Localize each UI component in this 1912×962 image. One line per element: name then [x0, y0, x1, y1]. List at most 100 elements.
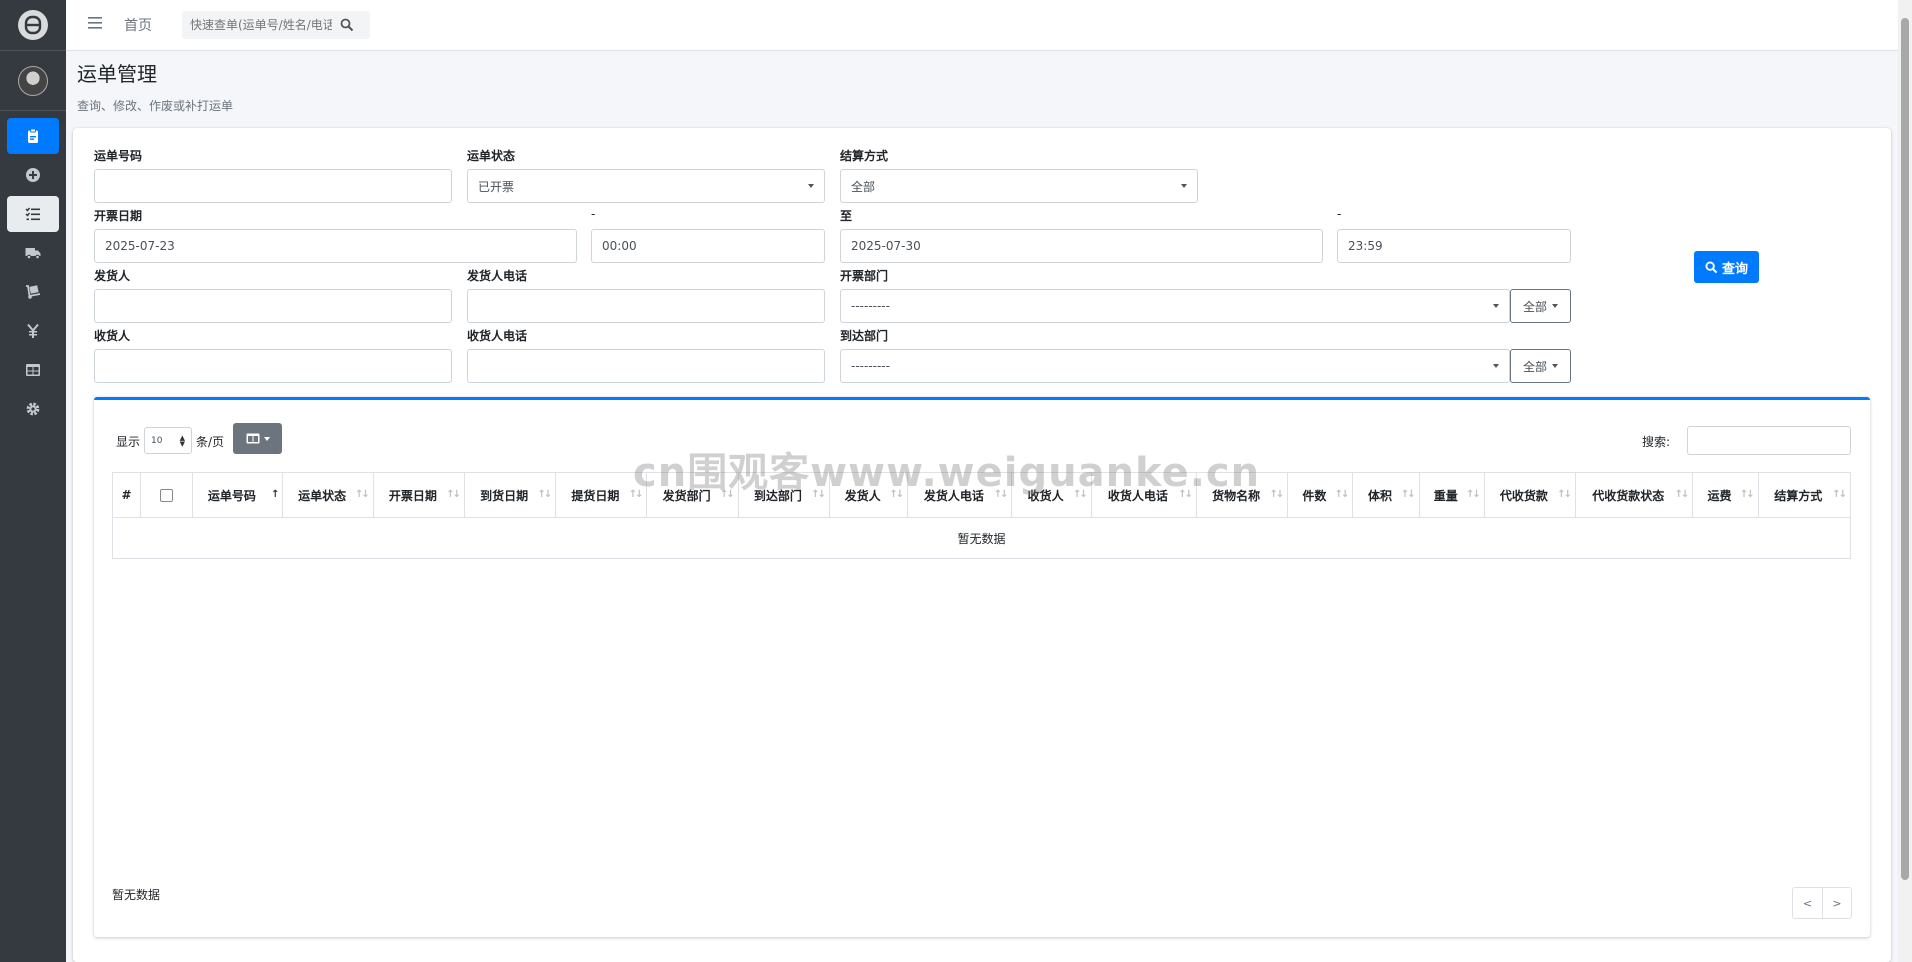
issue-dept-label: 开票部门 [840, 269, 889, 283]
scrollbar-thumb[interactable] [1901, 18, 1909, 880]
consignee-phone-label: 收货人电话 [467, 329, 528, 343]
status-label: 运单状态 [467, 149, 516, 163]
column-header[interactable]: 发货部门 ↑↓ [646, 472, 739, 518]
column-header[interactable]: 到达部门 ↑↓ [737, 472, 830, 518]
home-link[interactable]: 首页 [124, 15, 152, 35]
sort-icon[interactable]: ↑↓ [1178, 489, 1193, 500]
waybill-no-input[interactable] [94, 169, 452, 203]
status-select[interactable]: 已开票 [467, 169, 825, 203]
sort-icon[interactable]: ↑↓ [446, 489, 461, 500]
column-header[interactable]: 提货日期 ↑↓ [555, 472, 648, 518]
column-header[interactable]: 代收货款状态 ↑↓ [1575, 472, 1694, 518]
sort-icon[interactable]: ↑↓ [994, 489, 1009, 500]
arrive-dept-select[interactable]: --------- [840, 349, 1510, 383]
column-header[interactable]: 结算方式 ↑↓ [1757, 472, 1852, 518]
brand[interactable] [0, 0, 66, 51]
column-header[interactable]: 收货人 ↑↓ [1011, 472, 1092, 518]
page-length-select[interactable]: 10 ▲ ▼ [144, 427, 192, 454]
column-header[interactable]: 到货日期 ↑↓ [463, 472, 557, 518]
avatar[interactable] [18, 65, 48, 96]
sort-icon[interactable]: ↑↓ [1466, 489, 1481, 500]
sidebar-item-list[interactable] [7, 196, 59, 232]
table-search-input[interactable] [1687, 426, 1851, 455]
quick-search-input[interactable] [182, 18, 332, 32]
column-header-label: 发货人 [844, 488, 881, 503]
sidebar-item-add[interactable] [7, 157, 59, 193]
shipper-input[interactable] [94, 289, 452, 323]
sort-icon[interactable]: ↑↓ [355, 489, 370, 500]
sidebar-item-report[interactable] [7, 352, 59, 388]
sort-icon[interactable]: ↑↓ [537, 489, 552, 500]
column-header-label: 体积 [1368, 488, 1393, 503]
sort-icon[interactable]: ↑↓ [720, 489, 735, 500]
sort-icon[interactable]: ↑↓ [1401, 489, 1416, 500]
sort-icon[interactable]: ↑↓ [1675, 489, 1690, 500]
column-header-label: 发货人电话 [923, 488, 984, 503]
sort-icon[interactable]: ↑↓ [811, 489, 826, 500]
prev-page-button[interactable]: < [1793, 888, 1822, 918]
truck-icon [25, 248, 41, 260]
consignee-input[interactable] [94, 349, 452, 383]
consignee-phone-input[interactable] [467, 349, 825, 383]
sidebar-item-dolly[interactable] [7, 274, 59, 310]
time-from-input[interactable]: 00:00 [591, 229, 825, 263]
time-to-input[interactable]: 23:59 [1337, 229, 1571, 263]
sidebar-item-clipboard[interactable] [7, 118, 59, 154]
column-header[interactable]: 收货人电话 ↑↓ [1090, 472, 1198, 518]
table-search-label: 搜索: [1642, 435, 1671, 449]
select-all-checkbox[interactable] [160, 489, 174, 502]
sort-icon[interactable]: ↑↓ [1557, 489, 1572, 500]
column-header[interactable]: 件数 ↑↓ [1287, 472, 1354, 518]
column-header[interactable]: 发货人 ↑↓ [828, 472, 909, 518]
sidebar-item-truck[interactable] [7, 235, 59, 271]
gear-icon [26, 402, 40, 416]
column-header[interactable]: 货物名称 ↑↓ [1195, 472, 1289, 518]
sort-icon[interactable]: ↑↓ [889, 489, 904, 500]
next-page-button[interactable]: > [1822, 888, 1851, 918]
issue-dept-select-value: --------- [851, 299, 890, 313]
sort-icon[interactable]: ↑↓ [1073, 489, 1088, 500]
column-header[interactable]: 发货人电话 ↑↓ [907, 472, 1013, 518]
dash-label: - [1337, 207, 1342, 221]
page-title: 运单管理 [77, 62, 157, 86]
sort-icon[interactable]: ↑↓ [1832, 489, 1847, 500]
shipper-phone-label: 发货人电话 [467, 269, 528, 283]
column-header[interactable]: 重量 ↑↓ [1418, 472, 1485, 518]
column-header-label: 运费 [1707, 488, 1732, 503]
column-toggle-button[interactable] [233, 423, 282, 454]
column-header-label: 收货人 [1027, 488, 1064, 503]
sidebar-item-settings[interactable] [7, 391, 59, 427]
issue-dept-all-button[interactable]: 全部 [1510, 289, 1571, 323]
chevron-down-icon [1493, 304, 1499, 308]
arrive-dept-all-button[interactable]: 全部 [1510, 349, 1571, 383]
column-header[interactable]: 运费 ↑↓ [1692, 472, 1759, 518]
dolly-icon [26, 285, 41, 299]
column-header-label: 运单状态 [298, 488, 347, 503]
query-button[interactable]: 查询 [1694, 251, 1759, 283]
sort-icon[interactable]: ↑ [271, 489, 280, 500]
brand-logo-icon[interactable] [18, 10, 48, 40]
issue-date-to-input[interactable]: 2025-07-30 [840, 229, 1323, 263]
page-scrollbar[interactable] [1898, 0, 1912, 962]
hamburger-menu-icon[interactable] [88, 17, 104, 33]
column-header[interactable]: 开票日期 ↑↓ [372, 472, 465, 518]
column-header[interactable]: 代收货款 ↑↓ [1483, 472, 1577, 518]
sidebar-item-finance[interactable] [7, 313, 59, 349]
column-header[interactable]: 体积 ↑↓ [1352, 472, 1420, 518]
settle-select[interactable]: 全部 [840, 169, 1198, 203]
column-header[interactable]: 运单号码 ↑ [192, 472, 284, 518]
sort-icon[interactable]: ↑↓ [1269, 489, 1284, 500]
issue-date-label: 开票日期 [94, 209, 143, 223]
sort-icon[interactable]: ↑↓ [1335, 489, 1350, 500]
column-header-label: 发货部门 [662, 488, 711, 503]
shipper-phone-input[interactable] [467, 289, 825, 323]
search-icon[interactable] [340, 18, 354, 32]
issue-date-from-input[interactable]: 2025-07-23 [94, 229, 577, 263]
sort-icon[interactable]: ↑↓ [1740, 489, 1755, 500]
page-length-value: 10 [151, 435, 163, 446]
issue-dept-select[interactable]: --------- [840, 289, 1510, 323]
table-icon [26, 364, 40, 376]
user-panel[interactable] [0, 51, 66, 111]
column-header[interactable]: 运单状态 ↑↓ [282, 472, 374, 518]
sort-icon[interactable]: ↑↓ [629, 489, 644, 500]
